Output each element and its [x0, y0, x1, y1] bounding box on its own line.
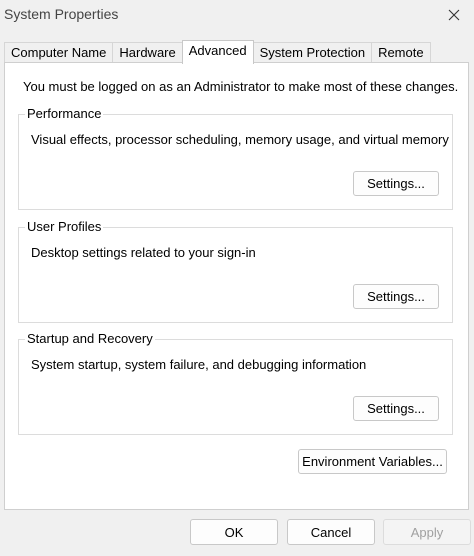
title-bar: System Properties — [0, 0, 474, 30]
apply-button[interactable]: Apply — [383, 519, 471, 545]
window-title: System Properties — [4, 6, 119, 22]
tab-advanced[interactable]: Advanced — [181, 40, 254, 64]
close-button[interactable] — [434, 0, 474, 30]
advanced-tab-panel: You must be logged on as an Administrato… — [4, 62, 469, 510]
user-profiles-description: Desktop settings related to your sign-in — [31, 245, 256, 260]
user-profiles-group-label: User Profiles — [25, 219, 104, 235]
tab-strip: Computer Name Hardware Advanced System P… — [4, 40, 431, 64]
system-properties-window: System Properties Computer Name Hardware… — [0, 0, 474, 556]
cancel-button[interactable]: Cancel — [287, 519, 375, 545]
performance-group-label: Performance — [25, 106, 104, 122]
tab-hardware[interactable]: Hardware — [112, 42, 183, 63]
startup-recovery-description: System startup, system failure, and debu… — [31, 357, 367, 372]
user-profiles-settings-button[interactable]: Settings... — [353, 284, 439, 309]
startup-recovery-group-label: Startup and Recovery — [25, 331, 155, 347]
startup-recovery-settings-button[interactable]: Settings... — [353, 396, 439, 421]
environment-variables-button[interactable]: Environment Variables... — [298, 449, 447, 474]
ok-button[interactable]: OK — [190, 519, 278, 545]
tab-system-protection[interactable]: System Protection — [252, 42, 373, 63]
admin-notice: You must be logged on as an Administrato… — [23, 79, 459, 94]
tab-remote[interactable]: Remote — [371, 42, 431, 63]
performance-description: Visual effects, processor scheduling, me… — [31, 132, 449, 147]
close-icon — [448, 9, 460, 21]
performance-settings-button[interactable]: Settings... — [353, 171, 439, 196]
startup-recovery-group: Startup and Recovery System startup, sys… — [18, 331, 453, 435]
user-profiles-group: User Profiles Desktop settings related t… — [18, 219, 453, 323]
performance-group: Performance Visual effects, processor sc… — [18, 106, 453, 210]
tab-computer-name[interactable]: Computer Name — [4, 42, 114, 63]
